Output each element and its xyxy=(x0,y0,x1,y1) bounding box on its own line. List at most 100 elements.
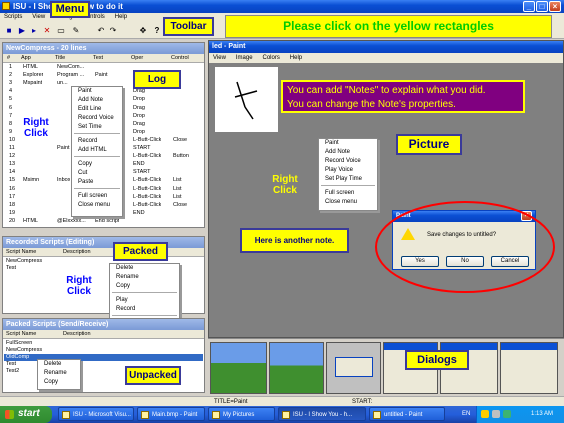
log-col-text[interactable]: Text xyxy=(93,54,103,63)
menu-scripts[interactable]: Scripts xyxy=(0,13,26,22)
delete-x-icon[interactable]: ✕ xyxy=(42,26,52,36)
tray-icon[interactable] xyxy=(481,410,489,418)
menu-help[interactable]: Help xyxy=(111,13,131,22)
play-icon[interactable]: ▶ xyxy=(17,26,27,36)
packed-row[interactable]: FullScreen xyxy=(6,340,32,347)
log-col-app[interactable]: App xyxy=(21,54,31,63)
log-menu-item[interactable]: Cut xyxy=(72,169,122,178)
right-click-label-paint: Right Click xyxy=(272,174,298,196)
log-menu-item[interactable]: Add HTML xyxy=(72,146,122,155)
task-isu-visual[interactable]: ISU - Microsoft Visu... xyxy=(58,407,134,421)
paint-menu-item[interactable]: Full screen xyxy=(319,189,377,198)
log-menu-item[interactable]: Full screen xyxy=(72,192,122,201)
packed-row[interactable]: Test xyxy=(6,361,16,368)
step-icon[interactable]: ▸ xyxy=(29,26,39,36)
close-button[interactable]: × xyxy=(549,1,561,12)
task-isu-show[interactable]: ISU - I Show You - h... xyxy=(278,407,366,421)
menu-separator xyxy=(321,185,375,188)
paint-menu-image[interactable]: Image xyxy=(232,53,257,63)
rewind-icon[interactable]: ↶ xyxy=(96,26,106,36)
maximize-button[interactable]: □ xyxy=(536,1,548,12)
log-menu-item[interactable]: Edit Line xyxy=(72,105,122,114)
log-col-control[interactable]: Control xyxy=(171,54,189,63)
packed-row[interactable]: Test2 xyxy=(6,368,19,375)
start-button[interactable]: start xyxy=(0,406,52,423)
picture-annotation[interactable]: Picture xyxy=(396,134,462,155)
task-main-paint[interactable]: Main.bmp - Paint xyxy=(137,407,205,421)
paint-menu-item[interactable]: Record Voice xyxy=(319,157,377,166)
log-menu-item[interactable]: Copy xyxy=(72,160,122,169)
log-menu-item[interactable]: Set Time xyxy=(72,123,122,132)
instruction-banner[interactable]: Please click on the yellow rectangles xyxy=(225,15,552,38)
log-menu-item[interactable]: Paint xyxy=(72,87,122,96)
clock[interactable]: 1:13 AM xyxy=(531,409,553,419)
packed-menu-item[interactable]: Rename xyxy=(38,369,80,378)
packed-annotation[interactable]: Packed xyxy=(113,242,168,261)
paint-menu-item[interactable]: Add Note xyxy=(319,148,377,157)
log-menu-item[interactable]: Record Voice xyxy=(72,114,122,123)
paint-menu-help[interactable]: Help xyxy=(286,53,306,63)
packed-row[interactable]: NewCompress xyxy=(6,347,42,354)
toolbar-annotation[interactable]: Toolbar xyxy=(163,17,214,36)
paint-canvas[interactable] xyxy=(215,67,278,132)
paint-menu-item[interactable]: Set Play Time xyxy=(319,175,377,184)
thumbnail-2[interactable] xyxy=(269,342,324,394)
menu-view[interactable]: View xyxy=(28,13,49,22)
thumbnail-3[interactable] xyxy=(326,342,381,394)
thumbnail-6[interactable] xyxy=(500,342,558,394)
task-my-pictures[interactable]: My Pictures xyxy=(208,407,275,421)
help-icon[interactable]: ? xyxy=(152,26,162,36)
paint-menu-item[interactable]: Close menu xyxy=(319,198,377,207)
stop-square-icon[interactable]: ■ xyxy=(4,26,14,36)
thumbnail-1[interactable] xyxy=(210,342,267,394)
log-col-oper[interactable]: Oper xyxy=(131,54,143,63)
minimize-button[interactable]: _ xyxy=(523,1,535,12)
log-menu-item[interactable]: Paste xyxy=(72,178,122,187)
paint-menu-item[interactable]: Paint xyxy=(319,139,377,148)
recorded-menu-item[interactable]: Play xyxy=(110,296,179,305)
log-menu-item[interactable]: Add Note xyxy=(72,96,122,105)
packed-menu-item[interactable]: Copy xyxy=(38,378,80,387)
recorded-menu-item[interactable]: Delete xyxy=(110,264,179,273)
recorded-col-desc[interactable]: Description xyxy=(63,248,91,257)
recorded-menu-item[interactable]: Copy xyxy=(110,282,179,291)
recorded-row[interactable]: NewCompress xyxy=(6,258,42,265)
packed-row-selected[interactable]: OldComp xyxy=(4,354,203,361)
paint-menu-item[interactable]: Play Voice xyxy=(319,166,377,175)
log-col-title[interactable]: Title xyxy=(55,54,65,63)
task-untitled-paint[interactable]: untitled - Paint xyxy=(369,407,445,421)
log-cell: List xyxy=(173,177,182,184)
paint-menu-colors[interactable]: Colors xyxy=(259,53,284,63)
packed-menu-item[interactable]: Delete xyxy=(38,360,80,369)
paint-menu-view[interactable]: View xyxy=(209,53,230,63)
forward-icon[interactable]: ↷ xyxy=(108,26,118,36)
log-row[interactable]: 20 HTML @Elxxxxx... End script xyxy=(5,218,204,225)
log-cell: L-Butt-Click xyxy=(133,153,162,160)
log-cell: 16 xyxy=(9,185,16,192)
packed-col-desc[interactable]: Description xyxy=(63,330,91,339)
log-cell: 8 xyxy=(9,120,13,127)
tray-icon[interactable] xyxy=(492,410,500,418)
log-menu-item[interactable]: Close menu xyxy=(72,201,122,210)
recorded-col-name[interactable]: Script Name xyxy=(6,248,36,257)
tray-icon[interactable] xyxy=(503,410,511,418)
move-icon[interactable]: ✥ xyxy=(138,26,148,36)
note-icon[interactable]: ▭ xyxy=(56,26,66,36)
log-cell: Program ... xyxy=(57,72,85,79)
paint-title-bar[interactable]: led - Paint xyxy=(209,41,563,53)
menu-annotation[interactable]: Menu xyxy=(50,1,90,18)
log-col-num[interactable]: # xyxy=(7,54,10,63)
log-annotation[interactable]: Log xyxy=(133,70,181,89)
task-label: untitled - Paint xyxy=(384,412,423,418)
another-note[interactable]: Here is another note. xyxy=(240,228,349,253)
unpacked-annotation[interactable]: Unpacked xyxy=(125,366,181,385)
recorded-menu-item[interactable]: Record xyxy=(110,305,179,314)
recorded-menu-item[interactable]: Rename xyxy=(110,273,179,282)
packed-col-name[interactable]: Script Name xyxy=(6,330,36,339)
language-indicator[interactable]: EN xyxy=(462,409,470,419)
dialogs-annotation[interactable]: Dialogs xyxy=(405,350,469,370)
notes-note[interactable]: You can add "Notes" to explain what you … xyxy=(281,80,525,113)
log-menu-item[interactable]: Record xyxy=(72,137,122,146)
edit-icon[interactable]: ✎ xyxy=(71,26,81,36)
recorded-row[interactable]: Test xyxy=(6,265,16,272)
